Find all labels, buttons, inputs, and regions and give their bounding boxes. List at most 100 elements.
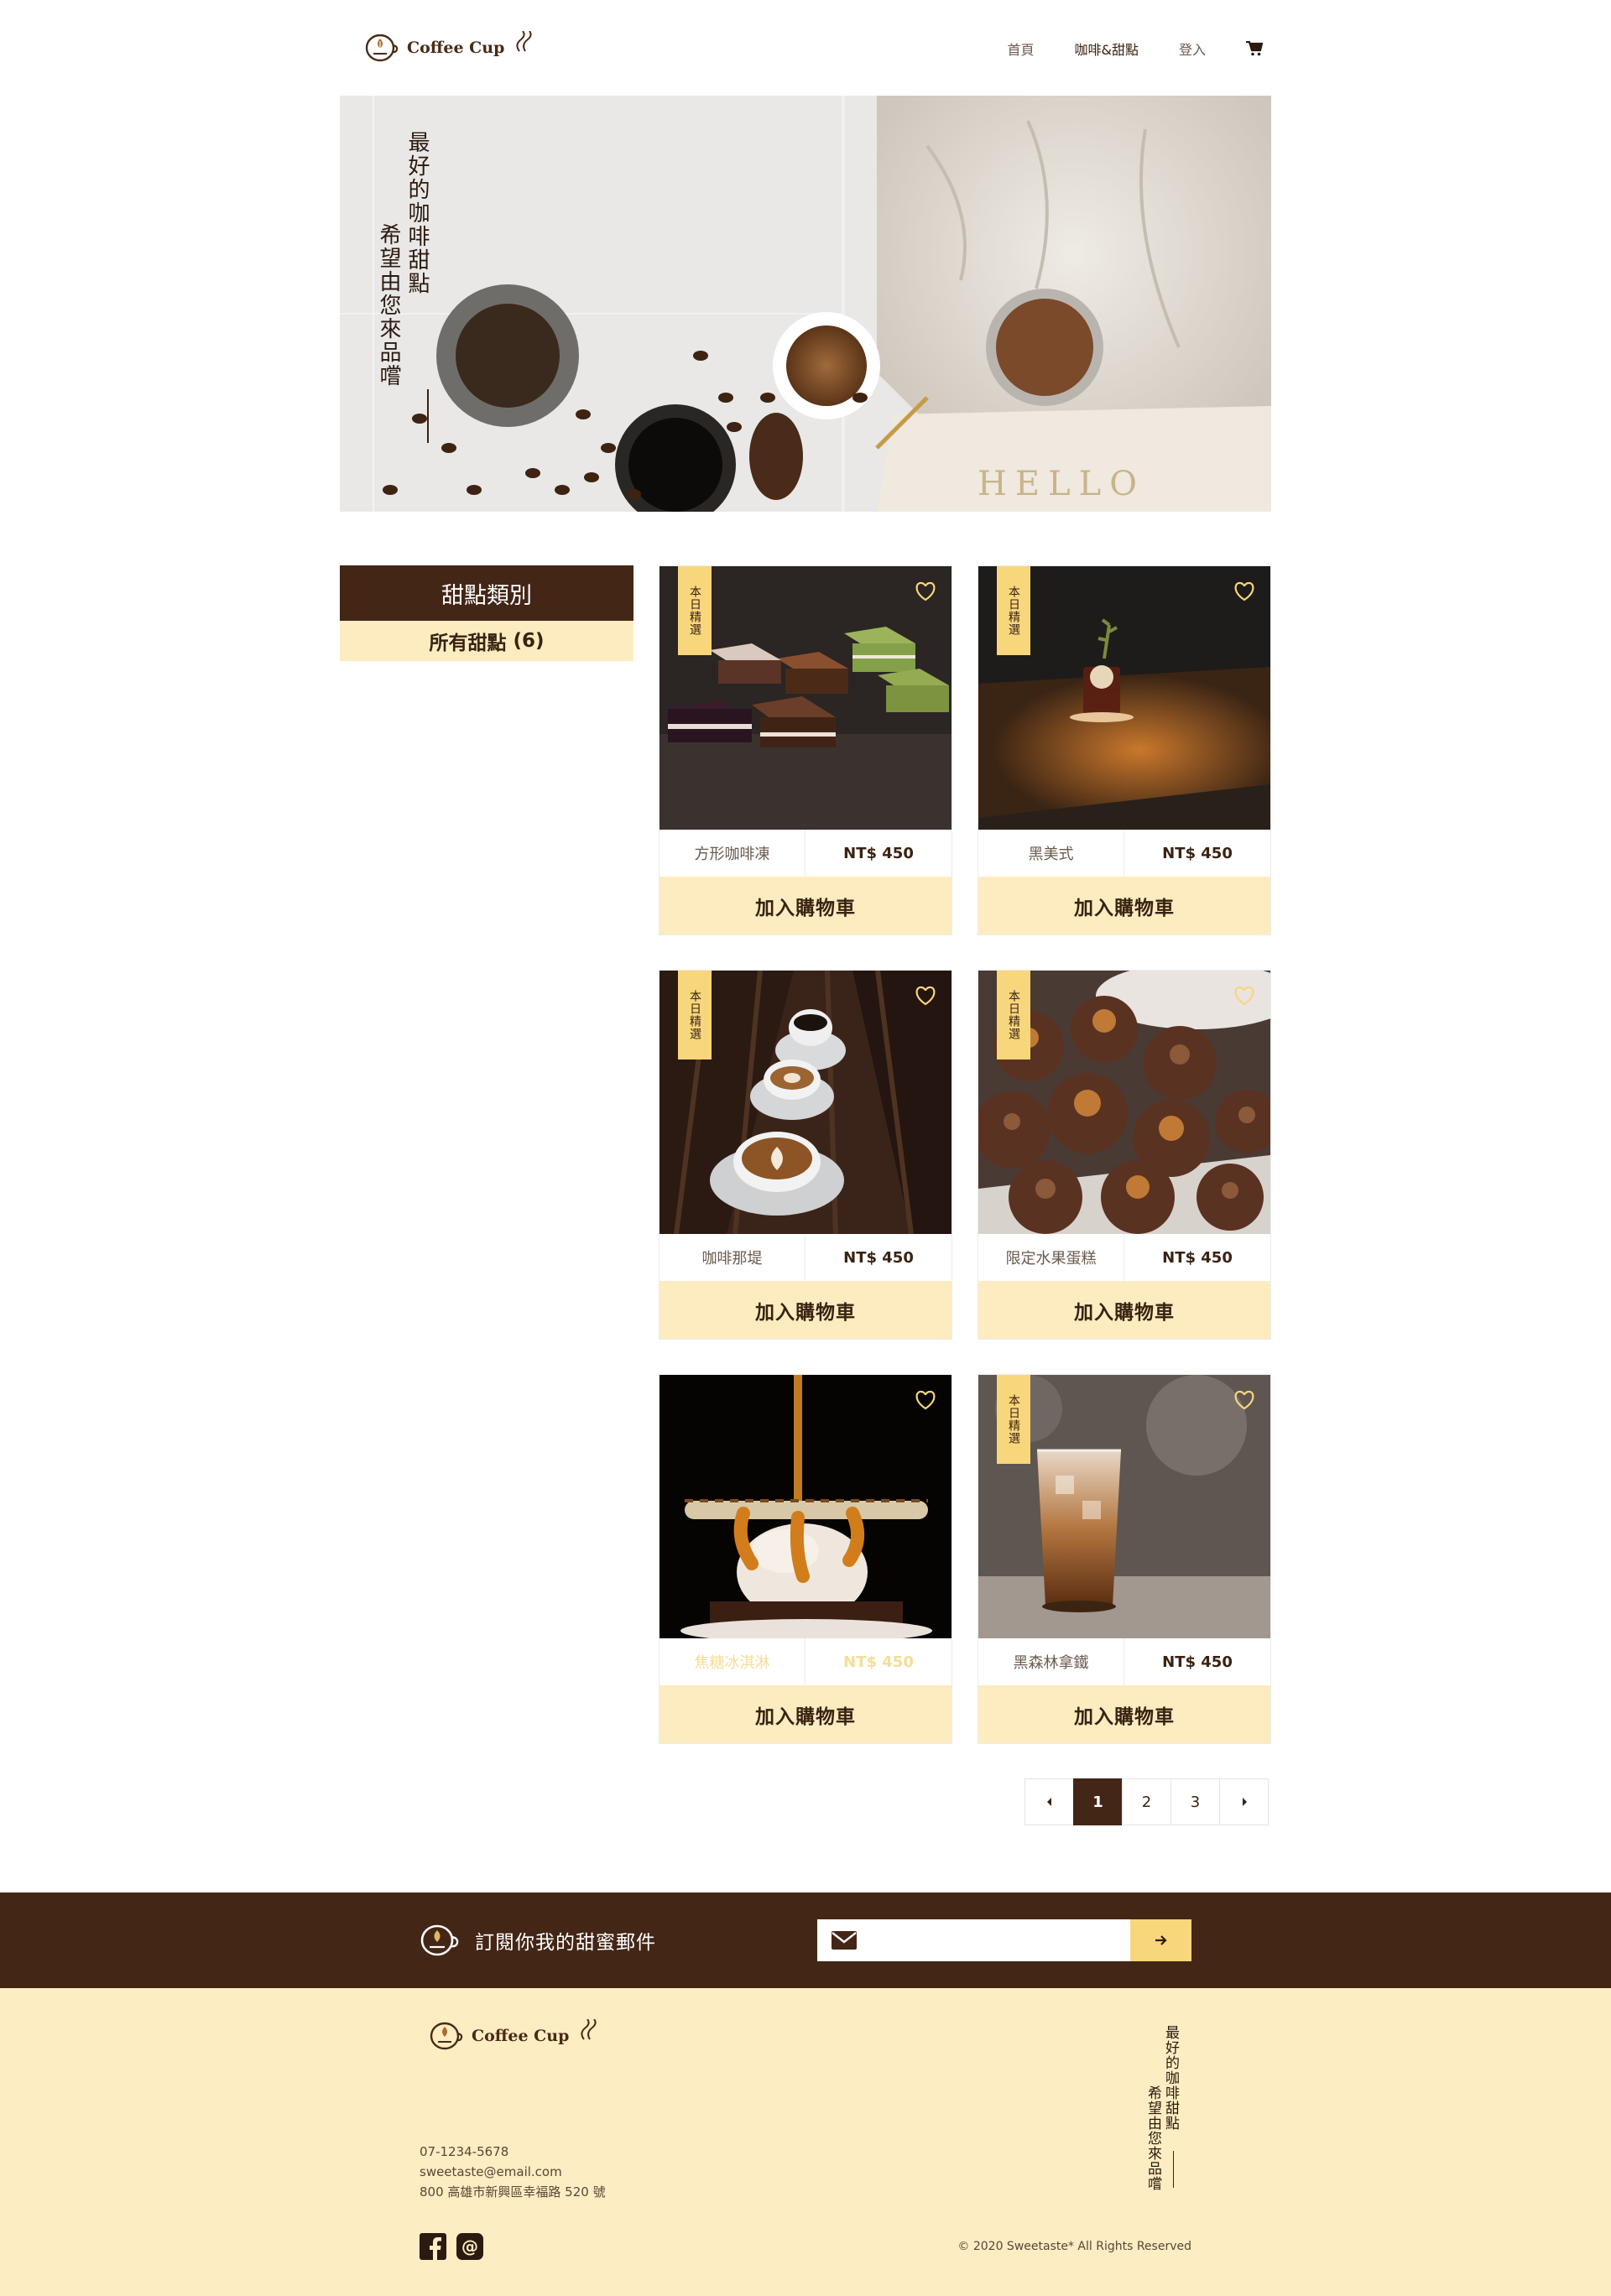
featured-tag: 本日精選	[678, 971, 712, 1059]
product-info: 方形咖啡凍 NT$ 450	[660, 830, 951, 877]
footer-email[interactable]: sweetaste@email.com	[420, 2162, 606, 2182]
product-image[interactable]: 本日精選	[660, 566, 951, 830]
facebook-icon[interactable]	[420, 2233, 446, 2260]
product-price: NT$ 450	[1162, 1653, 1233, 1671]
add-to-cart-button[interactable]: 加入購物車	[978, 1281, 1270, 1339]
subscribe-button[interactable]	[1130, 1919, 1191, 1961]
add-to-cart-button[interactable]: 加入購物車	[660, 1685, 951, 1743]
product-name: 黑森林拿鐵	[978, 1638, 1124, 1685]
add-to-cart-button[interactable]: 加入購物車	[978, 877, 1270, 935]
hero-image: HELLO	[340, 96, 1271, 512]
footer-slogan-line2: 希望由您來品嚐	[1144, 2085, 1161, 2191]
product-name: 黑美式	[978, 830, 1124, 877]
email-input[interactable]	[868, 1924, 1119, 1957]
product-card: 本日精選 咖啡那堤 NT$ 450 加入購物車	[659, 970, 952, 1340]
category-item-all[interactable]: 所有甜點 (6)	[340, 621, 633, 661]
nav-home[interactable]: 首頁	[1007, 39, 1034, 59]
heart-icon[interactable]	[1233, 986, 1255, 1006]
footer-slogan-divider	[1173, 2151, 1174, 2188]
product-photo	[660, 1375, 951, 1638]
cup-logo-icon	[430, 2022, 463, 2050]
heart-icon[interactable]	[915, 986, 936, 1006]
pagination: 1 2 3	[1024, 1778, 1269, 1825]
category-item-label: 所有甜點	[429, 633, 507, 654]
product-info: 黑森林拿鐵 NT$ 450	[978, 1638, 1270, 1685]
featured-tag: 本日精選	[997, 1375, 1030, 1464]
add-to-cart-button[interactable]: 加入購物車	[660, 877, 951, 935]
heart-icon[interactable]	[1233, 581, 1255, 601]
category-item-count: (6)	[513, 630, 545, 652]
product-price: NT$ 450	[843, 1653, 914, 1671]
product-info: 黑美式 NT$ 450	[978, 830, 1270, 877]
pagination-prev[interactable]	[1024, 1778, 1074, 1825]
hero-slogan-divider	[427, 389, 429, 443]
pagination-next[interactable]	[1219, 1778, 1269, 1825]
subscribe-bar: 訂閱你我的甜蜜郵件	[0, 1893, 1611, 1988]
cup-logo-icon	[365, 34, 399, 62]
at-icon[interactable]: @	[456, 2233, 483, 2260]
product-price: NT$ 450	[843, 1248, 914, 1267]
hero-banner: HELLO 最好的咖啡甜點 希望由您來品嚐	[340, 96, 1271, 512]
footer-brand-name: Coffee Cup	[472, 2027, 570, 2045]
product-price: NT$ 450	[1162, 844, 1233, 862]
product-info: 限定水果蛋糕 NT$ 450	[978, 1234, 1270, 1281]
pagination-page[interactable]: 3	[1170, 1778, 1220, 1825]
category-header: 甜點類別	[340, 565, 633, 621]
footer-address: 800 高雄市新興區幸福路 520 號	[420, 2184, 606, 2200]
svg-text:@: @	[461, 2236, 478, 2257]
envelope-icon	[832, 1931, 857, 1950]
featured-tag: 本日精選	[997, 971, 1030, 1059]
brand-logo[interactable]: Coffee Cup	[365, 31, 534, 64]
product-card: 本日精選 方形咖啡凍 NT$ 450 加入購物車	[659, 565, 952, 935]
product-name: 焦糖冰淇淋	[660, 1638, 806, 1685]
site-footer: Coffee Cup 07-1234-5678 sweetaste@email.…	[0, 1988, 1611, 2296]
product-card: 本日精選 限定水果蛋糕 NT$ 450 加入購物車	[978, 970, 1271, 1340]
product-card: 焦糖冰淇淋 NT$ 450 加入購物車	[659, 1374, 952, 1744]
product-card: 本日精選 黑美式 NT$ 450 加入購物車	[978, 565, 1271, 935]
product-price: NT$ 450	[843, 844, 914, 862]
featured-tag: 本日精選	[997, 566, 1030, 655]
footer-slogan-line1: 最好的咖啡甜點	[1162, 2025, 1179, 2131]
hero-slogan-line1: 最好的咖啡甜點	[404, 131, 430, 295]
footer-contact: 07-1234-5678 sweetaste@email.com 800 高雄市…	[420, 2142, 606, 2202]
add-to-cart-button[interactable]: 加入購物車	[978, 1685, 1270, 1743]
product-image[interactable]: 本日精選	[978, 971, 1270, 1234]
steam-icon	[581, 2019, 597, 2040]
footer-logo[interactable]: Coffee Cup	[430, 2019, 599, 2052]
caret-left-icon	[1046, 1798, 1051, 1806]
nav-products[interactable]: 咖啡&甜點	[1075, 39, 1139, 59]
product-image[interactable]	[660, 1375, 951, 1638]
social-links: @	[420, 2233, 483, 2260]
product-image[interactable]: 本日精選	[978, 1375, 1270, 1638]
product-price: NT$ 450	[1162, 1248, 1233, 1267]
subscribe-form	[817, 1919, 1191, 1961]
hero-mug-text: HELLO	[978, 465, 1145, 503]
pagination-page[interactable]: 1	[1073, 1778, 1123, 1825]
product-image[interactable]: 本日精選	[660, 971, 951, 1234]
product-name: 咖啡那堤	[660, 1234, 806, 1281]
product-name: 方形咖啡凍	[660, 830, 806, 877]
copyright: © 2020 Sweetaste* All Rights Reserved	[957, 2240, 1191, 2253]
product-image[interactable]: 本日精選	[978, 566, 1270, 830]
product-info: 咖啡那堤 NT$ 450	[660, 1234, 951, 1281]
cart-icon[interactable]	[1246, 41, 1263, 56]
cup-logo-icon	[420, 1924, 459, 1956]
product-name: 限定水果蛋糕	[978, 1234, 1124, 1281]
heart-icon[interactable]	[1233, 1390, 1255, 1410]
email-field-wrap	[817, 1919, 1130, 1961]
product-card: 本日精選 黑森林拿鐵 NT$ 450 加入購物車	[978, 1374, 1271, 1744]
brand-name: Coffee Cup	[407, 39, 505, 57]
nav-login[interactable]: 登入	[1179, 39, 1206, 59]
site-header: Coffee Cup 首頁 咖啡&甜點 登入	[340, 0, 1271, 96]
heart-icon[interactable]	[915, 581, 936, 601]
featured-tag: 本日精選	[678, 566, 712, 655]
pagination-page[interactable]: 2	[1122, 1778, 1171, 1825]
hero-slogan: 最好的咖啡甜點 希望由您來品嚐	[376, 131, 430, 388]
subscribe-text: 訂閱你我的甜蜜郵件	[475, 1932, 656, 1954]
product-info: 焦糖冰淇淋 NT$ 450	[660, 1638, 951, 1685]
add-to-cart-button[interactable]: 加入購物車	[660, 1281, 951, 1339]
main-nav: 首頁 咖啡&甜點 登入	[967, 39, 1263, 59]
heart-icon[interactable]	[915, 1390, 936, 1410]
hero-slogan-line2: 希望由您來品嚐	[376, 223, 401, 388]
steam-icon	[516, 31, 532, 52]
